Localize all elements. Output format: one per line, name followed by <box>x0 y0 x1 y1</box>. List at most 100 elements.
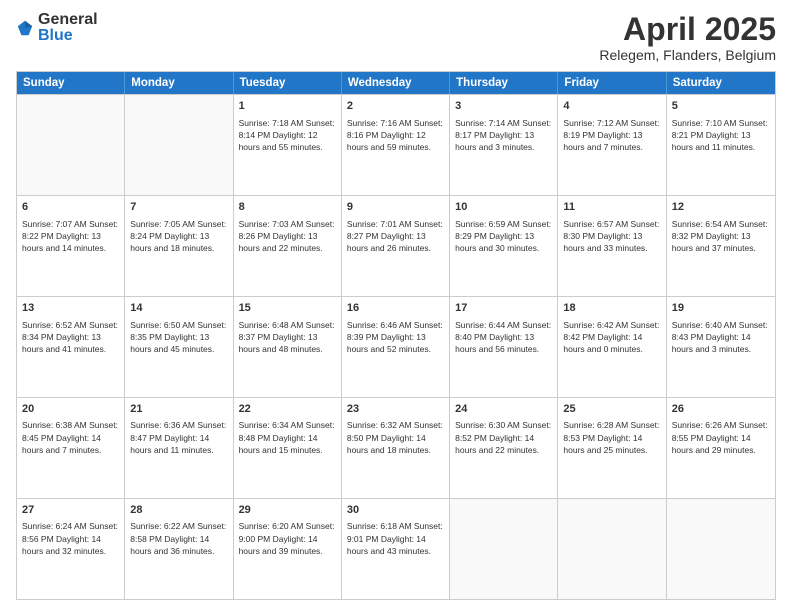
day-number: 17 <box>455 301 552 316</box>
day-info: Sunrise: 6:38 AM Sunset: 8:45 PM Dayligh… <box>22 419 119 456</box>
day-cell <box>667 499 775 599</box>
day-info: Sunrise: 6:22 AM Sunset: 8:58 PM Dayligh… <box>130 520 227 557</box>
day-cell: 9Sunrise: 7:01 AM Sunset: 8:27 PM Daylig… <box>342 196 450 296</box>
day-number: 10 <box>455 200 552 215</box>
day-cell: 8 Sunrise: 7:03 AM Sunset: 8:26 PM Daylig… <box>234 196 342 296</box>
week-row-5: 27 Sunrise: 6:24 AM Sunset: 8:56 PM Dayli… <box>17 498 775 599</box>
day-cell: 30Sunrise: 6:18 AM Sunset: 9:01 PM Dayli… <box>342 499 450 599</box>
header-cell-friday: Friday <box>558 72 666 94</box>
day-number: 25 <box>563 402 660 417</box>
logo: General Blue <box>16 12 98 44</box>
day-number: 5 <box>672 99 770 114</box>
day-number: 2 <box>347 99 444 114</box>
week-row-2: 6 Sunrise: 7:07 AM Sunset: 8:22 PM Daylig… <box>17 195 775 296</box>
logo-text: General Blue <box>38 12 98 44</box>
day-number: 20 <box>22 402 119 417</box>
day-info: Sunrise: 6:28 AM Sunset: 8:53 PM Dayligh… <box>563 419 660 456</box>
logo-icon <box>16 19 34 37</box>
calendar-subtitle: Relegem, Flanders, Belgium <box>599 47 776 63</box>
day-cell: 4Sunrise: 7:12 AM Sunset: 8:19 PM Daylig… <box>558 95 666 195</box>
logo-blue: Blue <box>38 28 98 44</box>
day-info: Sunrise: 7:18 AM Sunset: 8:14 PM Dayligh… <box>239 117 336 154</box>
day-cell <box>558 499 666 599</box>
header-cell-sunday: Sunday <box>17 72 125 94</box>
header-cell-monday: Monday <box>125 72 233 94</box>
week-row-3: 13 Sunrise: 6:52 AM Sunset: 8:34 PM Dayli… <box>17 296 775 397</box>
day-number: 24 <box>455 402 552 417</box>
day-info: Sunrise: 7:05 AM Sunset: 8:24 PM Dayligh… <box>130 218 227 255</box>
day-info: Sunrise: 7:10 AM Sunset: 8:21 PM Dayligh… <box>672 117 770 154</box>
day-info: Sunrise: 6:34 AM Sunset: 8:48 PM Dayligh… <box>239 419 336 456</box>
day-info: Sunrise: 6:52 AM Sunset: 8:34 PM Dayligh… <box>22 319 119 356</box>
day-number: 19 <box>672 301 770 316</box>
day-cell: 12Sunrise: 6:54 AM Sunset: 8:32 PM Dayli… <box>667 196 775 296</box>
day-cell: 22 Sunrise: 6:34 AM Sunset: 8:48 PM Dayli… <box>234 398 342 498</box>
day-info: Sunrise: 6:36 AM Sunset: 8:47 PM Dayligh… <box>130 419 227 456</box>
day-cell: 25 Sunrise: 6:28 AM Sunset: 8:53 PM Dayli… <box>558 398 666 498</box>
day-info: Sunrise: 6:20 AM Sunset: 9:00 PM Dayligh… <box>239 520 336 557</box>
day-number: 22 <box>239 402 336 417</box>
day-number: 27 <box>22 503 119 518</box>
day-cell: 23Sunrise: 6:32 AM Sunset: 8:50 PM Dayli… <box>342 398 450 498</box>
day-cell <box>450 499 558 599</box>
day-cell: 5 Sunrise: 7:10 AM Sunset: 8:21 PM Daylig… <box>667 95 775 195</box>
week-row-4: 20 Sunrise: 6:38 AM Sunset: 8:45 PM Dayli… <box>17 397 775 498</box>
day-info: Sunrise: 6:57 AM Sunset: 8:30 PM Dayligh… <box>563 218 660 255</box>
header: General Blue April 2025 Relegem, Flander… <box>16 12 776 63</box>
day-info: Sunrise: 7:16 AM Sunset: 8:16 PM Dayligh… <box>347 117 444 154</box>
day-info: Sunrise: 6:24 AM Sunset: 8:56 PM Dayligh… <box>22 520 119 557</box>
day-number: 12 <box>672 200 770 215</box>
header-cell-saturday: Saturday <box>667 72 775 94</box>
day-number: 14 <box>130 301 227 316</box>
day-cell: 10 Sunrise: 6:59 AM Sunset: 8:29 PM Dayli… <box>450 196 558 296</box>
day-info: Sunrise: 7:01 AM Sunset: 8:27 PM Dayligh… <box>347 218 444 255</box>
day-cell: 28 Sunrise: 6:22 AM Sunset: 8:58 PM Dayli… <box>125 499 233 599</box>
calendar-title: April 2025 <box>599 12 776 47</box>
day-cell: 15 Sunrise: 6:48 AM Sunset: 8:37 PM Dayli… <box>234 297 342 397</box>
calendar: SundayMondayTuesdayWednesdayThursdayFrid… <box>16 71 776 600</box>
day-cell: 11 Sunrise: 6:57 AM Sunset: 8:30 PM Dayli… <box>558 196 666 296</box>
day-info: Sunrise: 6:18 AM Sunset: 9:01 PM Dayligh… <box>347 520 444 557</box>
day-cell: 26Sunrise: 6:26 AM Sunset: 8:55 PM Dayli… <box>667 398 775 498</box>
day-cell: 19 Sunrise: 6:40 AM Sunset: 8:43 PM Dayli… <box>667 297 775 397</box>
day-cell: 18 Sunrise: 6:42 AM Sunset: 8:42 PM Dayli… <box>558 297 666 397</box>
day-info: Sunrise: 6:46 AM Sunset: 8:39 PM Dayligh… <box>347 319 444 356</box>
day-info: Sunrise: 6:50 AM Sunset: 8:35 PM Dayligh… <box>130 319 227 356</box>
day-number: 28 <box>130 503 227 518</box>
day-cell: 16Sunrise: 6:46 AM Sunset: 8:39 PM Dayli… <box>342 297 450 397</box>
day-info: Sunrise: 7:14 AM Sunset: 8:17 PM Dayligh… <box>455 117 552 154</box>
day-cell <box>17 95 125 195</box>
day-number: 6 <box>22 200 119 215</box>
day-info: Sunrise: 6:59 AM Sunset: 8:29 PM Dayligh… <box>455 218 552 255</box>
calendar-header-row: SundayMondayTuesdayWednesdayThursdayFrid… <box>17 72 775 94</box>
day-cell: 24Sunrise: 6:30 AM Sunset: 8:52 PM Dayli… <box>450 398 558 498</box>
week-row-1: 1Sunrise: 7:18 AM Sunset: 8:14 PM Daylig… <box>17 94 775 195</box>
day-cell: 20 Sunrise: 6:38 AM Sunset: 8:45 PM Dayli… <box>17 398 125 498</box>
day-cell: 27 Sunrise: 6:24 AM Sunset: 8:56 PM Dayli… <box>17 499 125 599</box>
day-cell: 17Sunrise: 6:44 AM Sunset: 8:40 PM Dayli… <box>450 297 558 397</box>
page: General Blue April 2025 Relegem, Flander… <box>0 0 792 612</box>
day-info: Sunrise: 6:48 AM Sunset: 8:37 PM Dayligh… <box>239 319 336 356</box>
day-cell: 29 Sunrise: 6:20 AM Sunset: 9:00 PM Dayli… <box>234 499 342 599</box>
day-info: Sunrise: 6:40 AM Sunset: 8:43 PM Dayligh… <box>672 319 770 356</box>
day-number: 3 <box>455 99 552 114</box>
day-number: 13 <box>22 301 119 316</box>
day-info: Sunrise: 6:32 AM Sunset: 8:50 PM Dayligh… <box>347 419 444 456</box>
day-number: 8 <box>239 200 336 215</box>
day-number: 15 <box>239 301 336 316</box>
day-cell: 13 Sunrise: 6:52 AM Sunset: 8:34 PM Dayli… <box>17 297 125 397</box>
day-info: Sunrise: 6:42 AM Sunset: 8:42 PM Dayligh… <box>563 319 660 356</box>
header-cell-wednesday: Wednesday <box>342 72 450 94</box>
header-cell-thursday: Thursday <box>450 72 558 94</box>
day-info: Sunrise: 7:03 AM Sunset: 8:26 PM Dayligh… <box>239 218 336 255</box>
day-number: 29 <box>239 503 336 518</box>
title-block: April 2025 Relegem, Flanders, Belgium <box>599 12 776 63</box>
day-cell: 3 Sunrise: 7:14 AM Sunset: 8:17 PM Daylig… <box>450 95 558 195</box>
day-info: Sunrise: 7:07 AM Sunset: 8:22 PM Dayligh… <box>22 218 119 255</box>
day-cell: 7Sunrise: 7:05 AM Sunset: 8:24 PM Daylig… <box>125 196 233 296</box>
day-number: 11 <box>563 200 660 215</box>
day-cell: 14 Sunrise: 6:50 AM Sunset: 8:35 PM Dayli… <box>125 297 233 397</box>
day-cell <box>125 95 233 195</box>
calendar-body: 1Sunrise: 7:18 AM Sunset: 8:14 PM Daylig… <box>17 94 775 599</box>
day-number: 18 <box>563 301 660 316</box>
